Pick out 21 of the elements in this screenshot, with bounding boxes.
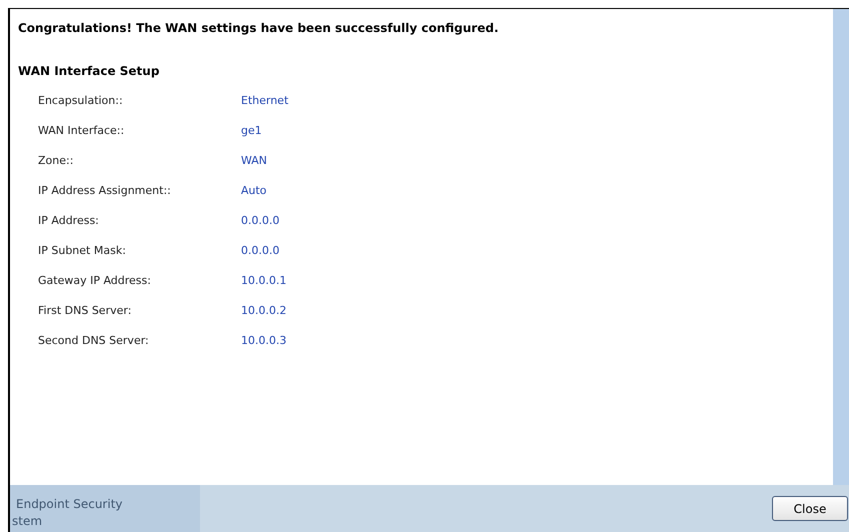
field-label: WAN Interface:: <box>38 124 126 137</box>
field-value: 0.0.0.0 <box>241 244 280 257</box>
field-value: 0.0.0.0 <box>241 214 280 227</box>
success-message: Congratulations! The WAN settings have been successfully configured. <box>18 21 500 35</box>
field-label: First DNS Server: <box>38 304 132 317</box>
field-label: IP Address: <box>38 214 100 227</box>
field-label: Gateway IP Address: <box>38 274 152 287</box>
field-value: 10.0.0.1 <box>241 274 286 287</box>
field-value: ge1 <box>241 124 262 137</box>
field-value: Auto <box>241 184 267 197</box>
field-label: Encapsulation:: <box>38 94 124 107</box>
section-title: WAN Interface Setup <box>18 64 160 78</box>
field-label: Zone:: <box>38 154 74 167</box>
close-button[interactable]: Close <box>772 496 848 521</box>
field-value: 10.0.0.3 <box>241 334 286 347</box>
field-value: Ethernet <box>241 94 288 107</box>
field-value: WAN <box>241 154 268 167</box>
field-label: IP Address Assignment:: <box>38 184 172 197</box>
field-value: 10.0.0.2 <box>241 304 286 317</box>
field-label: IP Subnet Mask: <box>38 244 127 257</box>
field-label: Second DNS Server: <box>38 334 150 347</box>
